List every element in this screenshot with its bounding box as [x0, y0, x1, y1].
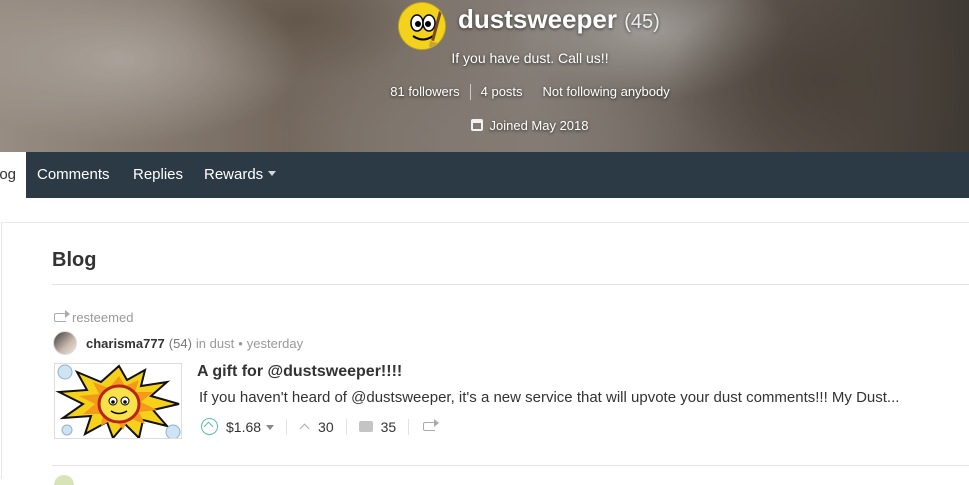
page-title: Blog [52, 249, 97, 271]
profile-about: If you have dust. Call us!! [451, 50, 609, 66]
tab-blog-label: og [0, 166, 16, 183]
post-thumbnail-image [55, 364, 181, 438]
resteem-button-icon[interactable] [423, 419, 440, 431]
meta-separator: • [238, 335, 243, 351]
comment-count[interactable]: 35 [381, 419, 397, 435]
tab-rewards-label: Rewards [204, 166, 264, 183]
action-divider [408, 418, 410, 435]
tab-replies-label: Replies [133, 166, 184, 183]
author-link[interactable]: charisma777 [86, 336, 165, 351]
username-text: dustsweeper [458, 4, 617, 34]
tab-rewards[interactable]: Rewards [204, 152, 277, 198]
chevron-down-icon [268, 171, 277, 176]
post-actions: $1.68 30 35 [201, 418, 440, 435]
action-divider [345, 418, 347, 435]
post-time[interactable]: yesterday [247, 336, 303, 351]
post-thumbnail[interactable] [54, 363, 182, 439]
following-link[interactable]: Not following anybody [533, 84, 680, 100]
tab-comments[interactable]: Comments [37, 152, 110, 198]
followers-link[interactable]: 81 followers [380, 84, 469, 100]
calendar-icon [471, 119, 484, 131]
next-post-avatar[interactable] [54, 475, 74, 485]
community-link[interactable]: in dust [196, 336, 234, 351]
profile-username: dustsweeper (45) [458, 4, 660, 35]
post-author-row: charisma777 (54) in dust • yesterday [53, 331, 303, 355]
tab-replies[interactable]: Replies [133, 152, 183, 198]
profile-nav: og Comments Replies Rewards [0, 152, 969, 198]
action-divider [286, 418, 288, 435]
votes-icon [299, 423, 310, 434]
author-reputation: (54) [168, 335, 192, 351]
caret-down-icon [266, 424, 275, 430]
profile-avatar [398, 2, 446, 50]
posts-link[interactable]: 4 posts [471, 84, 533, 100]
profile-header: dustsweeper (45) If you have dust. Call … [0, 0, 969, 152]
resteem-indicator: resteemed [54, 310, 133, 325]
payout-button[interactable]: $1.68 [226, 418, 275, 435]
reputation-score: (45) [624, 11, 660, 33]
comments-icon [355, 418, 373, 432]
joined-text: Joined May 2018 [489, 118, 589, 133]
resteem-icon [54, 310, 70, 322]
payout-value: $1.68 [226, 418, 262, 435]
post-excerpt[interactable]: If you haven't heard of @dustsweeper, it… [199, 389, 951, 406]
joined-date: Joined May 2018 [0, 118, 969, 133]
author-avatar[interactable] [53, 331, 77, 355]
blog-content: Blog resteemed charisma777 (54) in dust … [1, 222, 969, 485]
title-divider [52, 284, 969, 285]
profile-stats: 81 followers 4 posts Not following anybo… [0, 84, 969, 100]
dustsweeper-logo-icon [399, 3, 445, 49]
post-divider [52, 465, 969, 466]
post-title[interactable]: A gift for @dustsweeper!!!! [197, 363, 402, 381]
tab-comments-label: Comments [37, 166, 110, 183]
upvote-icon[interactable] [201, 418, 218, 435]
tab-blog[interactable]: og [0, 152, 26, 198]
resteem-label: resteemed [72, 310, 134, 325]
vote-count[interactable]: 30 [318, 419, 334, 435]
